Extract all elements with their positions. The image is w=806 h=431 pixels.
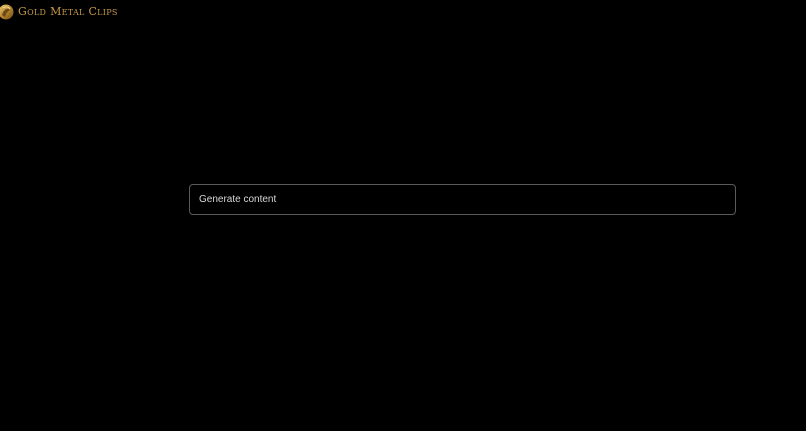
page: Gold Metal Clips Generate content xyxy=(0,0,806,431)
generate-content-box[interactable]: Generate content xyxy=(189,184,736,215)
generate-content-label: Generate content xyxy=(199,194,277,205)
brand-name: Gold Metal Clips xyxy=(18,5,118,18)
brand-header[interactable]: Gold Metal Clips xyxy=(0,2,118,22)
gold-clip-logo-icon xyxy=(0,4,14,20)
